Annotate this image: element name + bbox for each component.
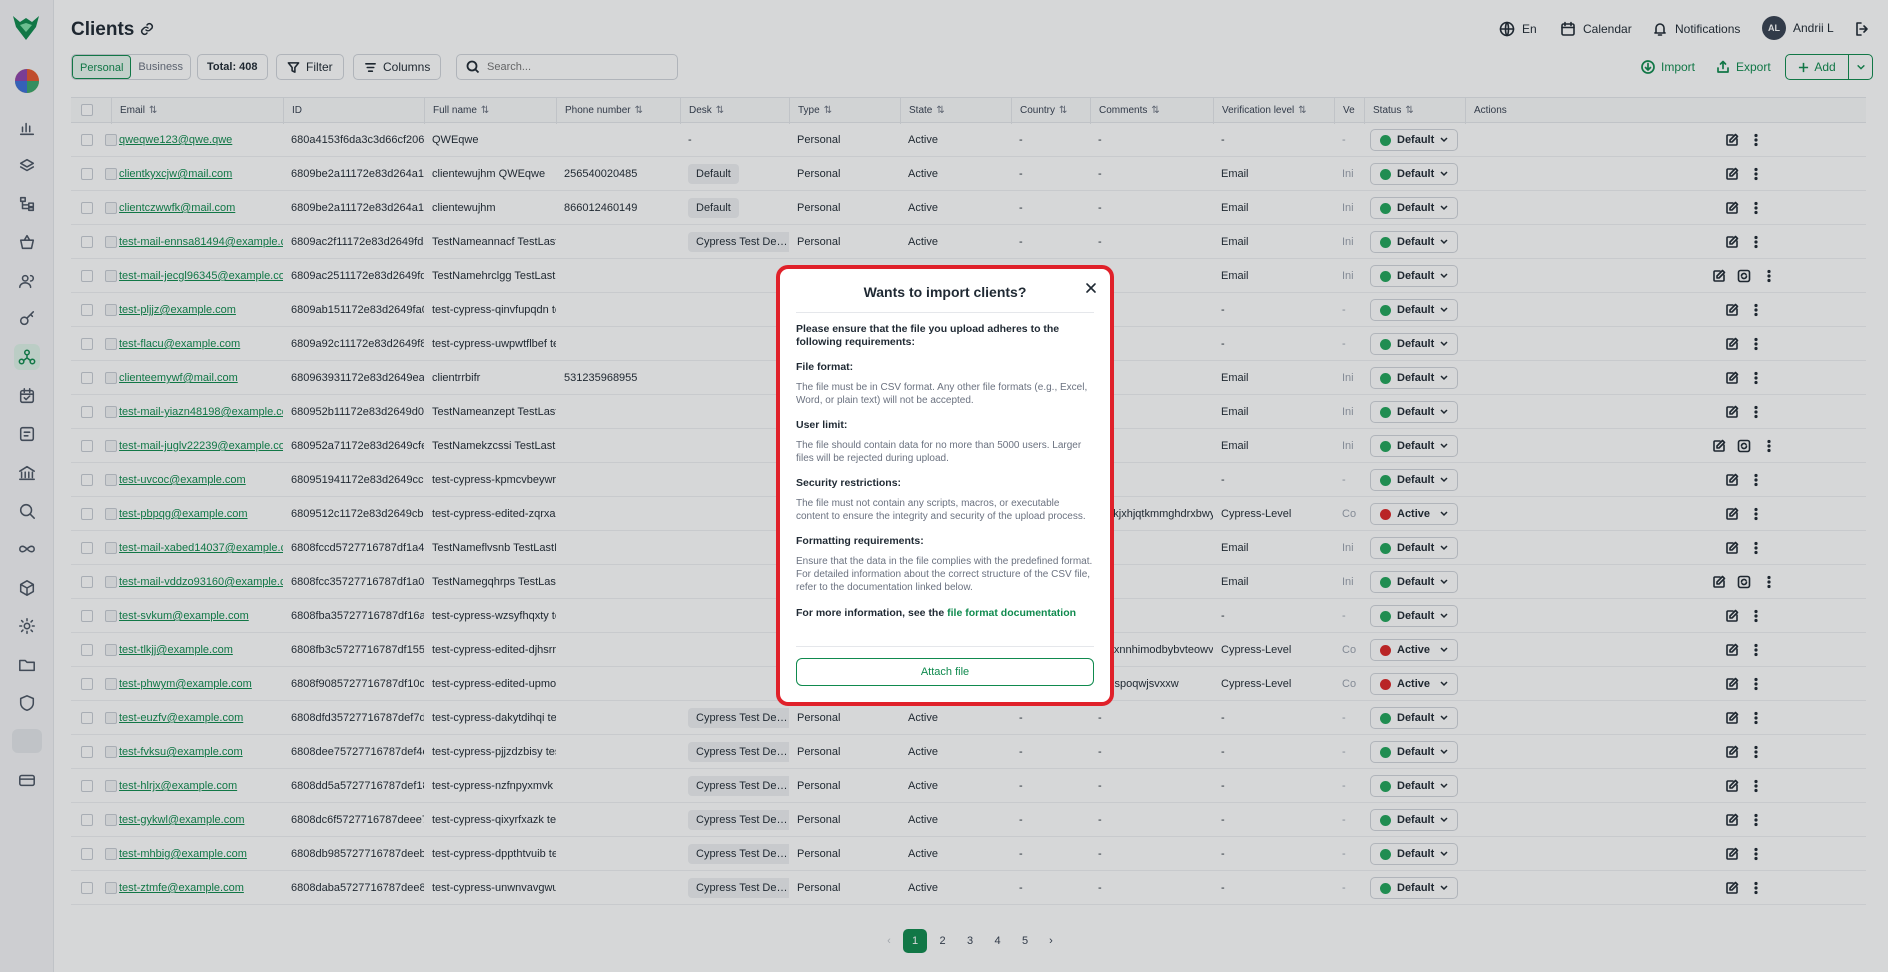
requirement-text: The file must be in CSV format. Any othe… (796, 382, 1088, 406)
divider (796, 312, 1094, 313)
requirement-heading: User limit: (796, 419, 848, 431)
more-info-text: For more information, see the file forma… (796, 607, 1094, 619)
close-icon[interactable] (1084, 281, 1098, 295)
import-clients-modal: Wants to import clients? Please ensure t… (776, 265, 1114, 706)
modal-title: Wants to import clients? (863, 284, 1027, 300)
requirement-text: The file must not contain any scripts, m… (796, 498, 1086, 522)
modal-intro: Please ensure that the file you upload a… (796, 323, 1060, 348)
requirement-text: The file should contain data for no more… (796, 440, 1082, 464)
more-info-label: For more information, see the (796, 607, 945, 619)
requirement-heading: File format: (796, 361, 854, 373)
requirement-heading: Security restrictions: (796, 477, 902, 489)
requirement-text: Ensure that the data in the file complie… (796, 556, 1093, 593)
attach-file-button[interactable]: Attach file (796, 658, 1094, 686)
doc-link[interactable]: file format documentation (947, 607, 1076, 619)
divider (796, 646, 1094, 647)
requirement-heading: Formatting requirements: (796, 535, 924, 547)
requirements-list: File format: The file must be in CSV form… (796, 361, 1094, 594)
